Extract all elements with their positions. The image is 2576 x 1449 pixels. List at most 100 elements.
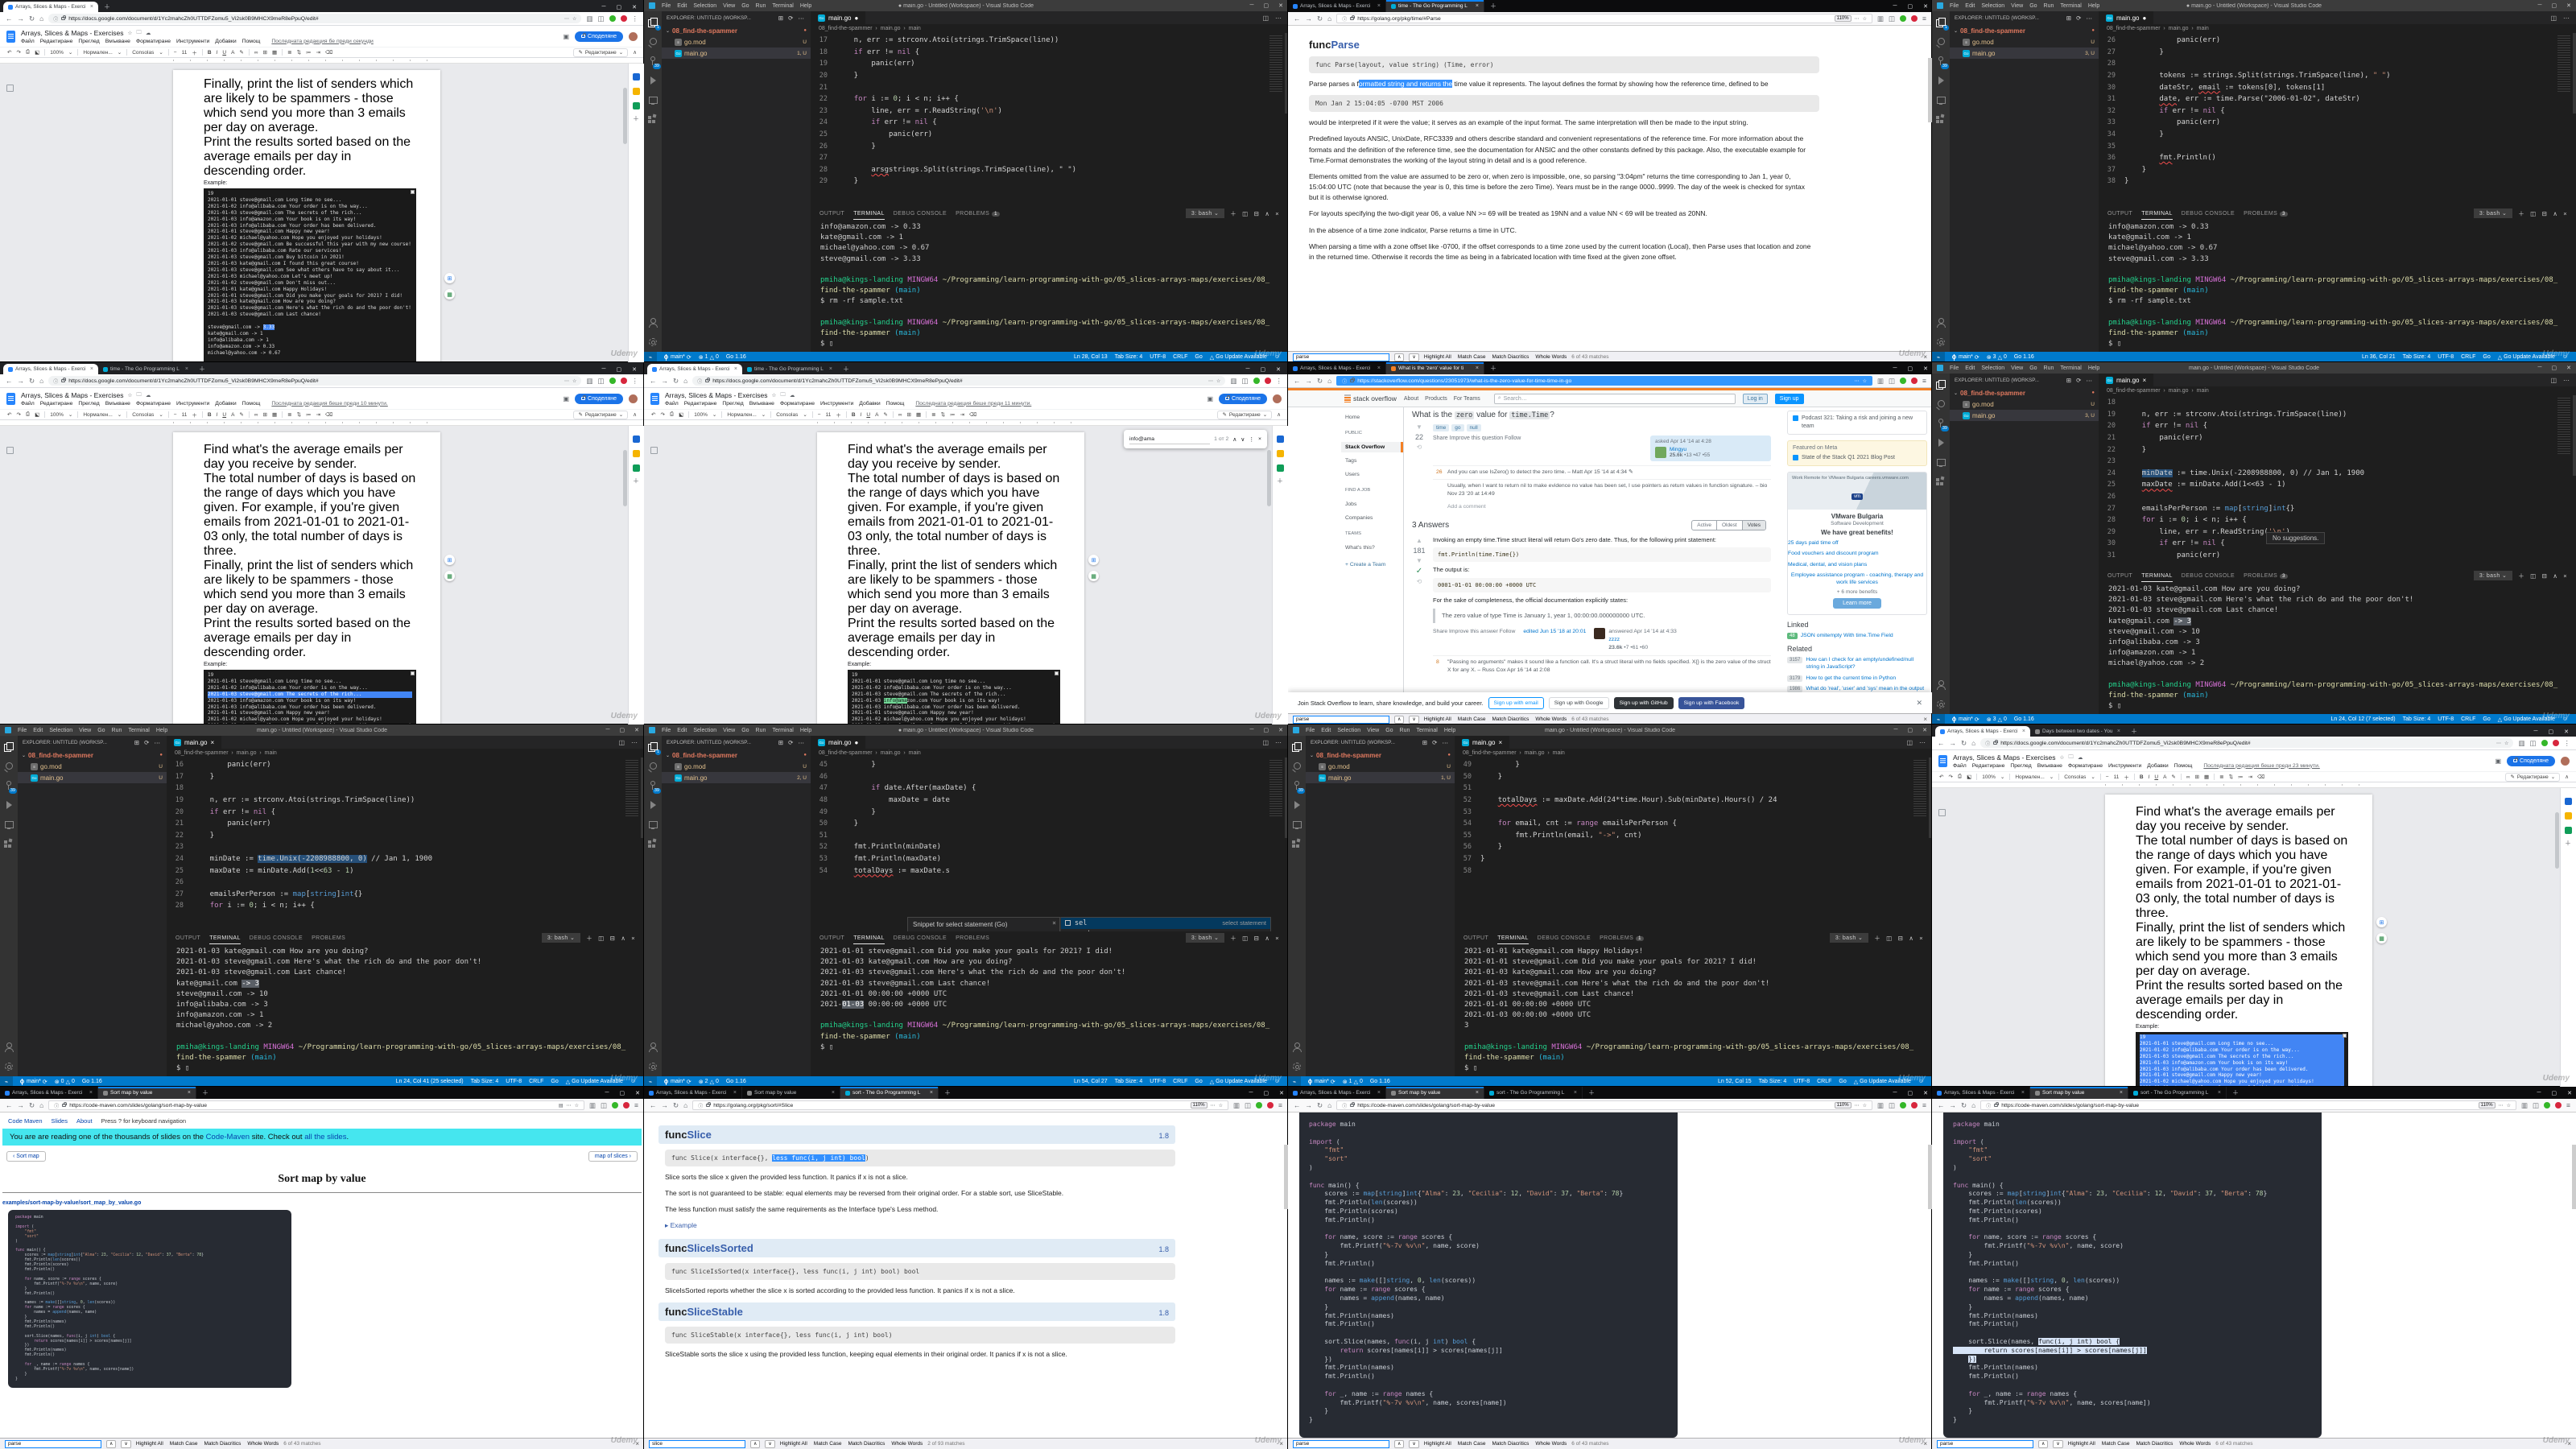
- feedback-icon[interactable]: ☺: [1918, 1079, 1924, 1084]
- tab-close-icon[interactable]: ×: [1476, 1090, 1479, 1096]
- more-icon[interactable]: ⋯: [564, 16, 569, 22]
- more-icon[interactable]: ⋯: [2499, 1103, 2504, 1108]
- maximize-icon[interactable]: ▢: [617, 4, 622, 10]
- maximize-icon[interactable]: ▢: [1264, 2, 1269, 9]
- style-select[interactable]: Нормален...: [83, 50, 112, 56]
- adblock-icon[interactable]: [1911, 15, 1918, 22]
- menu-bar[interactable]: FileEditSelectionViewGoRunTerminalHelp: [662, 728, 818, 733]
- menu-icon[interactable]: ⋮: [1276, 377, 1283, 386]
- feedback-icon[interactable]: ☺: [630, 1079, 636, 1084]
- document-title[interactable]: Arrays, Slices & Maps - Exercises: [21, 29, 124, 37]
- list-icon[interactable]: ≔: [950, 411, 956, 418]
- tree-file-maingo[interactable]: Gomain.go1, U: [662, 47, 811, 59]
- address-bar[interactable]: ⓘhttps://docs.google.com/document/d/1Yc2…: [692, 376, 1225, 386]
- editing-mode-select[interactable]: ✎Редактиране⌄: [573, 48, 628, 57]
- question-actions[interactable]: Share Improve this question Follow: [1433, 436, 1521, 441]
- menu-bar[interactable]: FileEditSelectionViewGoRunTerminalHelp: [662, 3, 818, 9]
- block-scroll-icon[interactable]: [2343, 1034, 2347, 1038]
- docs-menu-bar[interactable]: ФайлРедактиранеПрегледВмъкванеФорматиран…: [21, 401, 394, 407]
- tasks-icon[interactable]: [1277, 464, 1284, 472]
- shield-icon[interactable]: ⓘ: [1342, 15, 1347, 23]
- next-match-icon[interactable]: ∨: [1409, 1440, 1418, 1448]
- new-tab-button[interactable]: ＋: [1484, 2, 1502, 10]
- terminal-picker[interactable]: 3: bash ⌄: [2474, 571, 2512, 580]
- comment-icon[interactable]: ⊞: [2195, 774, 2199, 780]
- stackoverflow-logo[interactable]: stack overflow: [1344, 394, 1397, 402]
- inline-link[interactable]: all the slides: [304, 1133, 346, 1141]
- zoom-level[interactable]: 110%: [1191, 1102, 1208, 1108]
- browser-tabs[interactable]: Arrays, Slices & Maps - Exerci×Days betw…: [1935, 726, 2125, 737]
- forward-icon[interactable]: →: [662, 377, 669, 385]
- star-icon[interactable]: ☆: [772, 392, 777, 398]
- extensions-icon[interactable]: [1292, 839, 1302, 848]
- run-debug-icon[interactable]: [1936, 76, 1946, 85]
- explorer-actions[interactable]: ⊞ ⟳ ⋯: [778, 14, 806, 22]
- align-icon[interactable]: ≣: [287, 411, 291, 418]
- paint-format-icon[interactable]: ⬕: [35, 411, 39, 418]
- calendar-icon[interactable]: [2565, 798, 2572, 805]
- site-info-icon[interactable]: ⓘ: [53, 378, 58, 385]
- remote-indicator[interactable]: ⌁: [0, 1076, 13, 1087]
- add-addon-icon[interactable]: ＋: [1277, 479, 1284, 486]
- shield-icon[interactable]: ⓘ: [698, 1102, 703, 1109]
- close-icon[interactable]: ✕: [1916, 699, 1922, 708]
- tab-output[interactable]: OUTPUT: [1463, 935, 1488, 941]
- address-bar[interactable]: ⓘhttps://docs.google.com/document/d/1Yc2…: [48, 14, 581, 23]
- tab-close-icon[interactable]: ×: [2120, 1090, 2123, 1096]
- highlight-icon[interactable]: ✎: [2171, 774, 2175, 780]
- close-icon[interactable]: ✕: [2566, 365, 2571, 371]
- scrollbar[interactable]: [1928, 1145, 1932, 1209]
- block-scroll-icon[interactable]: [411, 190, 415, 194]
- style-select[interactable]: Нормален...: [83, 412, 112, 418]
- browser-tab[interactable]: Arrays, Slices & Maps - Exerci×: [0, 1087, 98, 1099]
- add-comment-icon[interactable]: ⊞: [444, 273, 455, 283]
- maximize-icon[interactable]: ▢: [617, 366, 622, 373]
- user-link[interactable]: zzzz: [1608, 636, 1676, 644]
- underline-icon[interactable]: U: [2154, 774, 2158, 780]
- next-match-icon[interactable]: ∨: [1241, 436, 1245, 443]
- reload-icon[interactable]: ↻: [673, 1101, 679, 1110]
- tab-close-icon[interactable]: ×: [1476, 3, 1479, 9]
- next-slide-button[interactable]: map of slices ›: [588, 1151, 638, 1162]
- tab-close-icon[interactable]: ×: [829, 366, 832, 372]
- extensions-icon[interactable]: [648, 114, 658, 124]
- remote-indicator[interactable]: ⌁: [1288, 1076, 1301, 1087]
- explorer-icon[interactable]: 1: [648, 742, 658, 752]
- document-title[interactable]: Arrays, Slices & Maps - Exercises: [1953, 753, 2056, 762]
- close-icon[interactable]: ✕: [2566, 2, 2571, 9]
- new-terminal-icon[interactable]: ＋: [586, 934, 592, 943]
- new-tab-button[interactable]: ＋: [193, 365, 211, 374]
- close-icon[interactable]: ✕: [632, 366, 637, 373]
- star-icon[interactable]: ☆: [128, 30, 133, 36]
- adblock-icon[interactable]: [2553, 740, 2559, 746]
- extension-green-icon[interactable]: [1253, 378, 1260, 384]
- site-info-icon[interactable]: ⓘ: [697, 378, 702, 385]
- new-tab-button[interactable]: ＋: [837, 365, 855, 374]
- text-color-icon[interactable]: A: [231, 50, 234, 56]
- document-page[interactable]: Finally, print the list of senders which…: [173, 70, 440, 362]
- back-icon[interactable]: ←: [1938, 739, 1945, 747]
- block-scroll-icon[interactable]: [411, 671, 415, 675]
- address-bar[interactable]: ⓘhttps://stackoverflow.com/questions/230…: [1336, 376, 1872, 386]
- language-mode[interactable]: Go: [551, 1079, 558, 1084]
- close-panel-icon[interactable]: ×: [1919, 935, 1923, 942]
- inline-link[interactable]: About: [76, 1117, 93, 1125]
- collapse-toolbar-icon[interactable]: ∧: [1277, 411, 1281, 418]
- minimize-icon[interactable]: ─: [2538, 365, 2542, 371]
- source-control-icon[interactable]: 39: [1936, 56, 1946, 66]
- document-page[interactable]: Find what's the average emails per day y…: [2105, 795, 2372, 1087]
- problems-summary[interactable]: ⊗1 △0: [699, 354, 719, 361]
- search-icon[interactable]: [648, 37, 658, 47]
- shield-icon[interactable]: ⓘ: [1342, 1102, 1347, 1109]
- go-update-notice[interactable]: △Go Update Available: [1210, 354, 1267, 361]
- text-color-icon[interactable]: A: [2163, 774, 2166, 780]
- tab-close-icon[interactable]: ×: [188, 1090, 191, 1096]
- clear-format-icon[interactable]: ⌫: [325, 411, 332, 418]
- minimize-icon[interactable]: ─: [1249, 1090, 1253, 1096]
- breadcrumbs[interactable]: 08_find-the-spammer › main.go › main: [2099, 24, 2576, 33]
- run-debug-icon[interactable]: [648, 800, 658, 810]
- explorer-icon[interactable]: [1936, 380, 1946, 390]
- signup-google-button[interactable]: Sign up with Google: [1549, 697, 1609, 709]
- code-editor[interactable]: 16 panic(err)17 }1819 n, err := strconv.…: [167, 758, 644, 931]
- source-control-icon[interactable]: 39: [4, 781, 14, 791]
